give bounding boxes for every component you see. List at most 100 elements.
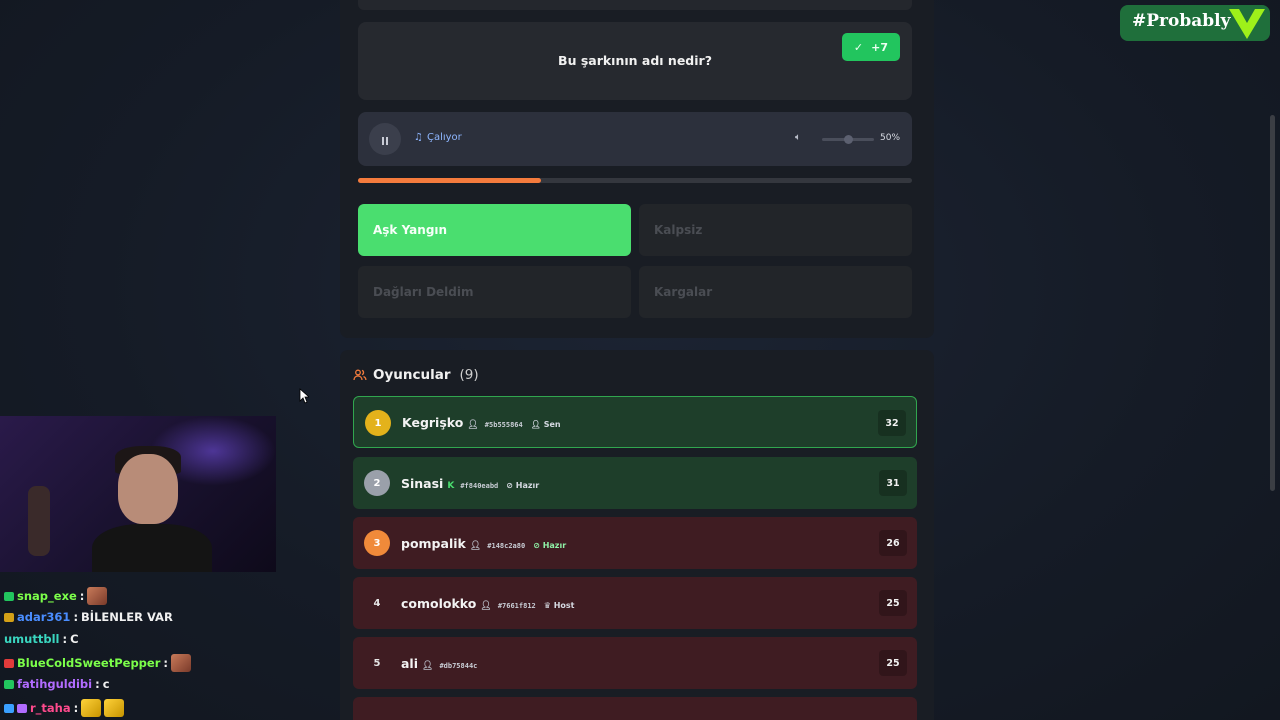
player-score: 25 — [879, 590, 907, 616]
answer-label: Dağları Deldim — [373, 285, 474, 299]
chat-separator: : — [73, 610, 79, 624]
player-name: ali — [401, 656, 419, 671]
rank-badge: 3 — [364, 530, 390, 556]
chat-text: BİLENLER VAR — [81, 610, 173, 624]
song-progress-bar — [358, 178, 912, 183]
user-icon: 👤︎ — [422, 661, 434, 671]
rank-badge: 5 — [373, 657, 381, 669]
user-icon: 👤︎ — [530, 420, 544, 429]
playing-status: ♫ Çalıyor — [414, 132, 462, 143]
emote-icon — [104, 699, 125, 717]
user-icon: 👤︎ — [467, 420, 479, 430]
chat-message: fatihguldibi : c — [4, 677, 110, 691]
answer-option-2[interactable]: Kalpsiz — [639, 204, 912, 256]
scrollbar[interactable] — [1270, 115, 1275, 491]
sub-badge-icon — [4, 612, 14, 622]
sub-badge-icon — [4, 658, 14, 668]
emote-icon — [81, 699, 102, 717]
kick-icon: K — [447, 481, 455, 491]
player-tag: #5b555864 — [484, 421, 523, 429]
chat-user: adar361 — [17, 610, 71, 624]
answer-label: Kargalar — [654, 285, 713, 299]
player-row: 5 ali 👤︎ #db75844c 25 — [353, 637, 917, 689]
chat-separator: : — [73, 701, 79, 715]
player-score: 32 — [878, 410, 906, 436]
score-badge: ✓ +7 — [841, 33, 900, 61]
player-name: comolokko — [401, 596, 477, 611]
status-label: Hazır — [515, 481, 540, 490]
pause-button[interactable] — [369, 123, 401, 155]
crown-icon: ♛ — [543, 601, 554, 610]
user-icon: 👤︎ — [480, 601, 492, 611]
player-tag: #7661f812 — [497, 602, 536, 610]
status-label: Host — [553, 601, 575, 610]
score-badge-value: +7 — [871, 40, 888, 54]
rank-badge: 4 — [373, 597, 381, 609]
brand-logo: #Probably — [1120, 5, 1270, 41]
sub-badge-icon — [4, 679, 14, 689]
check-circle-icon: ⊘ — [506, 481, 516, 490]
chat-separator: : — [79, 589, 85, 603]
player-row — [353, 697, 917, 720]
emote-icon — [170, 654, 191, 672]
chat-text: c — [102, 677, 110, 691]
status-badge: ⊘ Hazır — [506, 481, 539, 490]
chat-user: BlueColdSweetPepper — [17, 656, 161, 670]
chat-message: adar361 : BİLENLER VAR — [4, 610, 173, 624]
volume-icon[interactable]: 🔈︎ — [795, 132, 801, 143]
sub-badge-icon — [17, 703, 27, 713]
status-label: Hazır — [542, 541, 567, 550]
chat-separator: : — [95, 677, 100, 691]
mouse-cursor-icon — [299, 388, 309, 404]
chat-user: fatihguldibi — [17, 677, 93, 691]
player-score: 31 — [879, 470, 907, 496]
users-icon — [353, 369, 367, 381]
player-name: Sinasi — [401, 476, 444, 491]
player-row: 3 pompalik 👤︎ #148c2a80 ⊘ Hazır 26 — [353, 517, 917, 569]
player-tag: #148c2a80 — [487, 542, 526, 550]
check-icon: ✓ — [853, 40, 864, 54]
player-name: Kegrişko — [402, 415, 464, 430]
player-row: 1 Kegrişko 👤︎ #5b555864 👤︎ Sen 32 — [353, 396, 917, 448]
music-note-icon: ♫ — [414, 132, 423, 143]
player-info: comolokko 👤︎ #7661f812 ♛ Host — [401, 596, 575, 611]
chat-text: C — [70, 632, 79, 646]
player-score: 26 — [879, 530, 907, 556]
status-badge: ♛ Host — [544, 601, 575, 610]
emote-icon — [87, 587, 108, 605]
chat-message: r_taha : — [4, 699, 125, 717]
chat-separator: : — [163, 656, 168, 670]
question-card: Bu şarkının adı nedir? ✓ +7 — [358, 22, 912, 100]
volume-slider-knob[interactable] — [844, 135, 853, 144]
song-progress-fill — [358, 178, 541, 183]
brand-text: #Probably — [1132, 11, 1231, 31]
player-info: ali 👤︎ #db75844c — [401, 656, 477, 671]
player-name: pompalik — [401, 536, 466, 551]
chat-message: umuttbll : C — [4, 632, 79, 646]
answer-option-1[interactable]: Aşk Yangın — [358, 204, 631, 256]
playing-status-label: Çalıyor — [426, 132, 462, 143]
player-info: Kegrişko 👤︎ #5b555864 👤︎ Sen — [402, 415, 561, 430]
question-text: Bu şarkının adı nedir? — [558, 53, 712, 68]
answer-option-4[interactable]: Kargalar — [639, 266, 912, 318]
chat-user: umuttbll — [4, 632, 60, 646]
audio-player: ♫ Çalıyor 🔈︎ 50% — [358, 112, 912, 166]
status-label: Sen — [543, 420, 561, 429]
rank-badge: 2 — [364, 470, 390, 496]
pause-icon — [381, 130, 389, 149]
chat-user: snap_exe — [17, 589, 77, 603]
volume-slider[interactable] — [822, 135, 874, 144]
brand-v-icon — [1229, 9, 1265, 39]
players-count: (9) — [459, 367, 479, 383]
players-header: Oyuncular (9) — [353, 367, 479, 383]
player-score: 25 — [879, 650, 907, 676]
player-tag: #db75844c — [439, 662, 478, 670]
answer-option-3[interactable]: Dağları Deldim — [358, 266, 631, 318]
sub-badge-icon — [4, 591, 14, 601]
player-row: 4 comolokko 👤︎ #7661f812 ♛ Host 25 — [353, 577, 917, 629]
chat-message: snap_exe : — [4, 587, 108, 605]
rank-badge: 1 — [365, 410, 391, 436]
top-card — [358, 0, 912, 10]
check-circle-icon: ⊘ — [533, 541, 543, 550]
players-title: Oyuncular — [373, 367, 451, 383]
